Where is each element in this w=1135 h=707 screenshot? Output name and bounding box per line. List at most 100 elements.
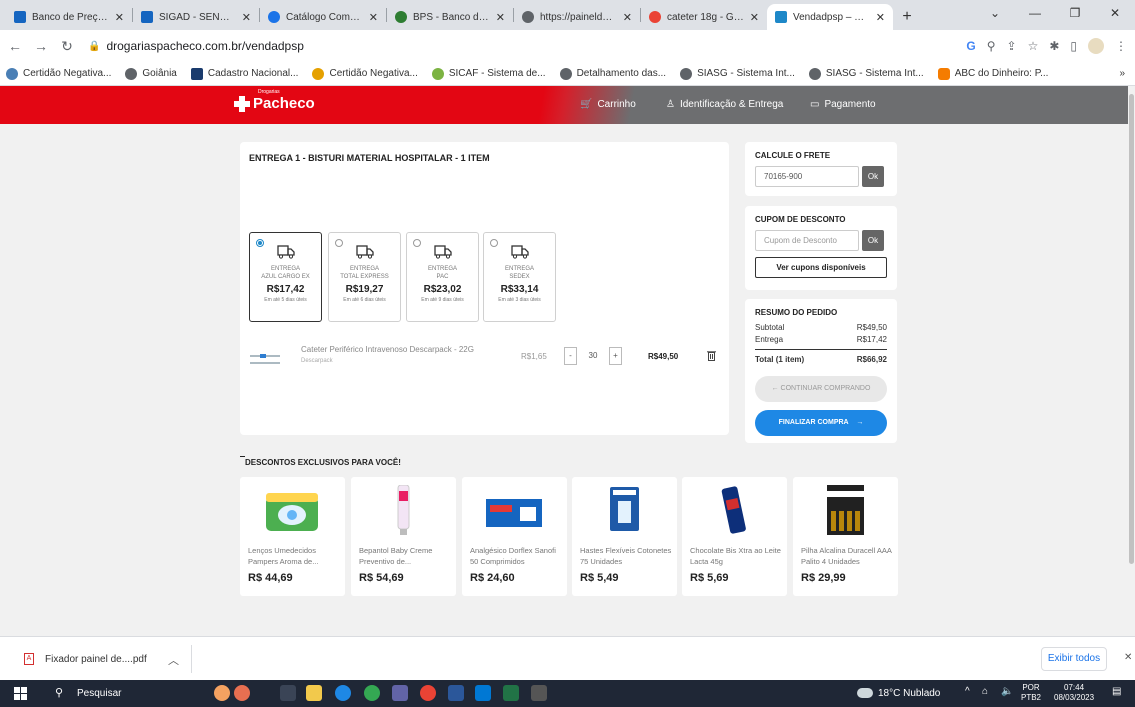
forward-icon[interactable]: → bbox=[30, 38, 52, 54]
browser-tab-active[interactable]: Vendadpsp – Drog ✕ bbox=[767, 4, 893, 30]
url-field[interactable]: 🔒 drogariaspacheco.com.br/vendadpsp bbox=[88, 39, 304, 53]
notification-icon[interactable]: ▤ bbox=[1112, 686, 1121, 697]
download-file-name[interactable]: Fixador painel de....pdf bbox=[45, 654, 147, 665]
word-icon[interactable] bbox=[448, 685, 464, 701]
google-icon[interactable]: G bbox=[966, 39, 975, 53]
taskbar-search[interactable]: Pesquisar bbox=[77, 688, 121, 699]
promo-card[interactable]: Hastes Flexíveis Cotonetes 75 Unidades R… bbox=[572, 477, 677, 596]
coupon-ok-button[interactable]: Ok bbox=[862, 230, 884, 251]
close-tab-icon[interactable]: ✕ bbox=[242, 11, 251, 24]
new-tab-button[interactable]: + bbox=[893, 4, 921, 30]
bookmark-item[interactable]: Certidão Negativa... bbox=[6, 67, 111, 80]
back-icon[interactable]: ← bbox=[4, 38, 26, 54]
product-thumbnail[interactable] bbox=[248, 350, 282, 370]
freight-ok-button[interactable]: Ok bbox=[862, 166, 884, 187]
browser-tab[interactable]: Catálogo Compras ✕ bbox=[260, 4, 386, 30]
volume-icon[interactable]: 🔈 bbox=[1001, 686, 1013, 697]
chevron-up-icon[interactable]: ︿ bbox=[168, 652, 179, 668]
browser-tab[interactable]: BPS - Banco de Pre✕ bbox=[387, 4, 513, 30]
quantity-input[interactable]: 30 bbox=[577, 347, 609, 365]
radio-unselected[interactable] bbox=[335, 239, 343, 247]
cep-input[interactable]: 70165-900 bbox=[755, 166, 859, 187]
profile-avatar[interactable] bbox=[1088, 38, 1104, 54]
reload-icon[interactable]: ↻ bbox=[56, 38, 78, 55]
promo-card[interactable]: Lenços Umedecidos Pampers Aroma de... R$… bbox=[240, 477, 345, 596]
pacheco-logo[interactable]: Drogarias Pacheco bbox=[234, 89, 315, 112]
close-tab-icon[interactable]: ✕ bbox=[750, 11, 759, 24]
close-window-button[interactable]: ✕ bbox=[1095, 0, 1135, 30]
tray-chevron-icon[interactable]: ^ bbox=[965, 686, 970, 697]
bookmark-item[interactable]: ABC do Dinheiro: P... bbox=[937, 67, 1048, 80]
windows-start-icon[interactable] bbox=[14, 687, 27, 700]
decrease-qty-button[interactable]: - bbox=[564, 347, 577, 365]
tab-search-icon[interactable]: ⌄ bbox=[975, 0, 1015, 30]
radio-unselected[interactable] bbox=[490, 239, 498, 247]
language-indicator[interactable]: POR PTB2 bbox=[1021, 683, 1041, 703]
outlook-icon[interactable] bbox=[475, 685, 491, 701]
step-cart[interactable]: 🛒 Carrinho bbox=[580, 99, 636, 110]
zoom-icon[interactable]: ⚲ bbox=[987, 39, 996, 53]
shipping-option[interactable]: ENTREGA SEDEX R$33,14 Em até 3 dias úteis bbox=[483, 232, 556, 322]
close-tab-icon[interactable]: ✕ bbox=[496, 11, 505, 24]
menu-icon[interactable]: ⋮ bbox=[1115, 39, 1127, 53]
bookmark-item[interactable]: Certidão Negativa... bbox=[312, 67, 418, 80]
shipping-option[interactable]: ENTREGA PAC R$23,02 Em até 9 dias úteis bbox=[406, 232, 479, 322]
share-icon[interactable]: ⇪ bbox=[1007, 39, 1017, 53]
promo-card[interactable]: Analgésico Dorflex Sanofi 50 Comprimidos… bbox=[462, 477, 567, 596]
widget-icon[interactable] bbox=[214, 685, 230, 701]
bookmark-star-icon[interactable]: ☆ bbox=[1028, 39, 1039, 53]
continue-shopping-button[interactable]: ← CONTINUAR COMPRANDO bbox=[755, 376, 887, 402]
trash-icon[interactable] bbox=[707, 350, 716, 361]
finish-purchase-button[interactable]: FINALIZAR COMPRA → bbox=[755, 410, 887, 436]
product-name[interactable]: Cateter Periférico Intravenoso Descarpac… bbox=[301, 345, 474, 354]
chrome-icon[interactable] bbox=[420, 685, 436, 701]
bookmark-item[interactable]: SIASG - Sistema Int... bbox=[808, 67, 924, 80]
close-tab-icon[interactable]: ✕ bbox=[369, 11, 378, 24]
browser-tab[interactable]: Banco de Preços – ✕ bbox=[6, 4, 132, 30]
bookmark-item[interactable]: Detalhamento das... bbox=[559, 67, 666, 80]
excel-icon[interactable] bbox=[503, 685, 519, 701]
extensions-icon[interactable]: ✱ bbox=[1049, 39, 1059, 53]
weather-text[interactable]: 18°C Nublado bbox=[878, 688, 940, 699]
close-tab-icon[interactable]: ✕ bbox=[876, 11, 885, 24]
step-payment[interactable]: ▭ Pagamento bbox=[810, 99, 876, 110]
bookmark-item[interactable]: Cadastro Nacional... bbox=[190, 67, 298, 80]
teams-icon[interactable] bbox=[392, 685, 408, 701]
close-tab-icon[interactable]: ✕ bbox=[623, 11, 632, 24]
view-coupons-button[interactable]: Ver cupons disponíveis bbox=[755, 257, 887, 278]
file-explorer-icon[interactable] bbox=[306, 685, 322, 701]
task-view-icon[interactable] bbox=[280, 685, 296, 701]
radio-unselected[interactable] bbox=[413, 239, 421, 247]
unit-price: R$1,65 bbox=[521, 352, 547, 361]
bookmark-item[interactable]: SICAF - Sistema de... bbox=[431, 67, 546, 80]
clock[interactable]: 07:44 08/03/2023 bbox=[1054, 683, 1094, 703]
edge-icon[interactable] bbox=[335, 685, 351, 701]
close-tab-icon[interactable]: ✕ bbox=[115, 11, 124, 24]
sidepanel-icon[interactable]: ▯ bbox=[1070, 39, 1077, 53]
page-scrollbar[interactable] bbox=[1128, 86, 1135, 636]
more-bookmarks-icon[interactable]: » bbox=[1119, 68, 1125, 79]
bookmark-item[interactable]: SIASG - Sistema Int... bbox=[680, 67, 795, 80]
step-identification[interactable]: ♙ Identificação & Entrega bbox=[666, 99, 783, 110]
chrome-icon[interactable] bbox=[364, 685, 380, 701]
radio-selected[interactable] bbox=[256, 239, 264, 247]
show-all-button[interactable]: Exibir todos bbox=[1041, 647, 1107, 671]
search-icon[interactable]: ⚲ bbox=[55, 686, 63, 699]
shipping-option[interactable]: ENTREGA TOTAL EXPRESS R$19,27 Em até 6 di… bbox=[328, 232, 401, 322]
calculator-icon[interactable] bbox=[531, 685, 547, 701]
shipping-option[interactable]: ENTREGA AZUL CARGO EX R$17,42 Em até 5 di… bbox=[249, 232, 322, 322]
minimize-button[interactable]: — bbox=[1015, 0, 1055, 30]
browser-tab[interactable]: cateter 18g - Goog ✕ bbox=[641, 4, 767, 30]
browser-tab[interactable]: https://paineldepre ✕ bbox=[514, 4, 640, 30]
promo-card[interactable]: Pilha Alcalina Duracell AAA Palito 4 Uni… bbox=[793, 477, 898, 596]
browser-tab[interactable]: SIGAD - SENADO F✕ bbox=[133, 4, 259, 30]
increase-qty-button[interactable]: + bbox=[609, 347, 622, 365]
promo-card[interactable]: Chocolate Bis Xtra ao Leite Lacta 45g R$… bbox=[682, 477, 787, 596]
close-download-bar-icon[interactable]: ✕ bbox=[1124, 652, 1132, 663]
network-icon[interactable]: ⌂ bbox=[982, 686, 988, 697]
bookmark-item[interactable]: Goiânia bbox=[125, 67, 177, 80]
coupon-input[interactable]: Cupom de Desconto bbox=[755, 230, 859, 251]
widget-icon[interactable] bbox=[234, 685, 250, 701]
promo-card[interactable]: Bepantol Baby Creme Preventivo de... R$ … bbox=[351, 477, 456, 596]
maximize-button[interactable]: ❐ bbox=[1055, 0, 1095, 30]
